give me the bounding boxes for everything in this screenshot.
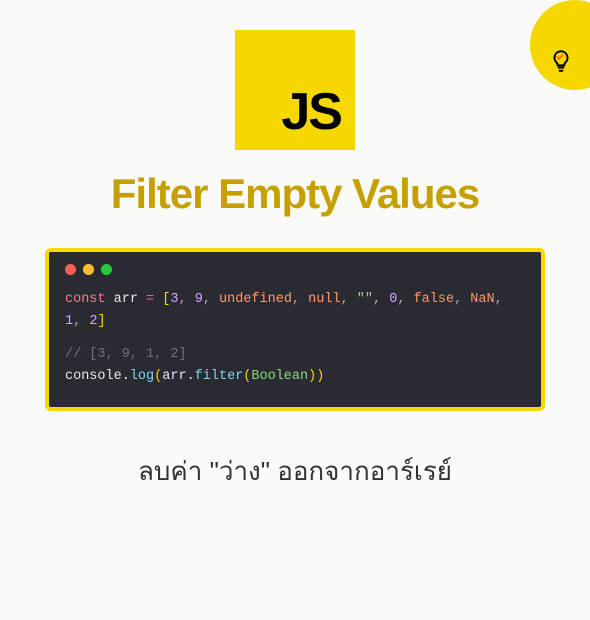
keyword-const: const (65, 292, 106, 307)
num-9: 9 (195, 292, 203, 307)
close-icon (65, 264, 76, 275)
js-logo-text: JS (281, 82, 341, 142)
page-title: Filter Empty Values (0, 170, 590, 218)
code-comment: // [3, 9, 1, 2] (65, 344, 525, 366)
boolean-builtin: Boolean (251, 369, 308, 384)
console-obj: console (65, 369, 122, 384)
js-logo: JS (235, 30, 355, 150)
minimize-icon (83, 264, 94, 275)
num-1: 1 (65, 314, 73, 329)
comma: , (178, 292, 186, 307)
var-arr: arr (114, 292, 138, 307)
filter-method: filter (195, 369, 244, 384)
code-line-2: console.log(arr.filter(Boolean)) (65, 366, 525, 388)
comma: , (373, 292, 381, 307)
nan-val: NaN (470, 292, 494, 307)
arr-ref: arr (162, 369, 186, 384)
dot: . (122, 369, 130, 384)
comma: , (495, 292, 503, 307)
null-val: null (308, 292, 340, 307)
code-line-1: const arr = [3, 9, undefined, null, "", … (65, 289, 525, 332)
undefined-val: undefined (219, 292, 292, 307)
empty-string: "" (357, 292, 373, 307)
comma: , (73, 314, 81, 329)
bracket-close: ] (97, 314, 105, 329)
comma: , (341, 292, 349, 307)
comma: , (203, 292, 211, 307)
code-window: const arr = [3, 9, undefined, null, "", … (45, 248, 545, 411)
maximize-icon (101, 264, 112, 275)
paren-close2: ) (308, 369, 316, 384)
comma: , (397, 292, 405, 307)
caption: ลบค่า "ว่าง" ออกจากอาร์เรย์ (0, 451, 590, 492)
window-controls (65, 264, 525, 275)
comma: , (292, 292, 300, 307)
log-method: log (130, 369, 154, 384)
false-val: false (414, 292, 455, 307)
corner-badge (530, 0, 590, 90)
op-eq: = (146, 292, 154, 307)
paren-close: ) (316, 369, 324, 384)
dot: . (187, 369, 195, 384)
bulb-icon (548, 48, 574, 79)
comma: , (454, 292, 462, 307)
